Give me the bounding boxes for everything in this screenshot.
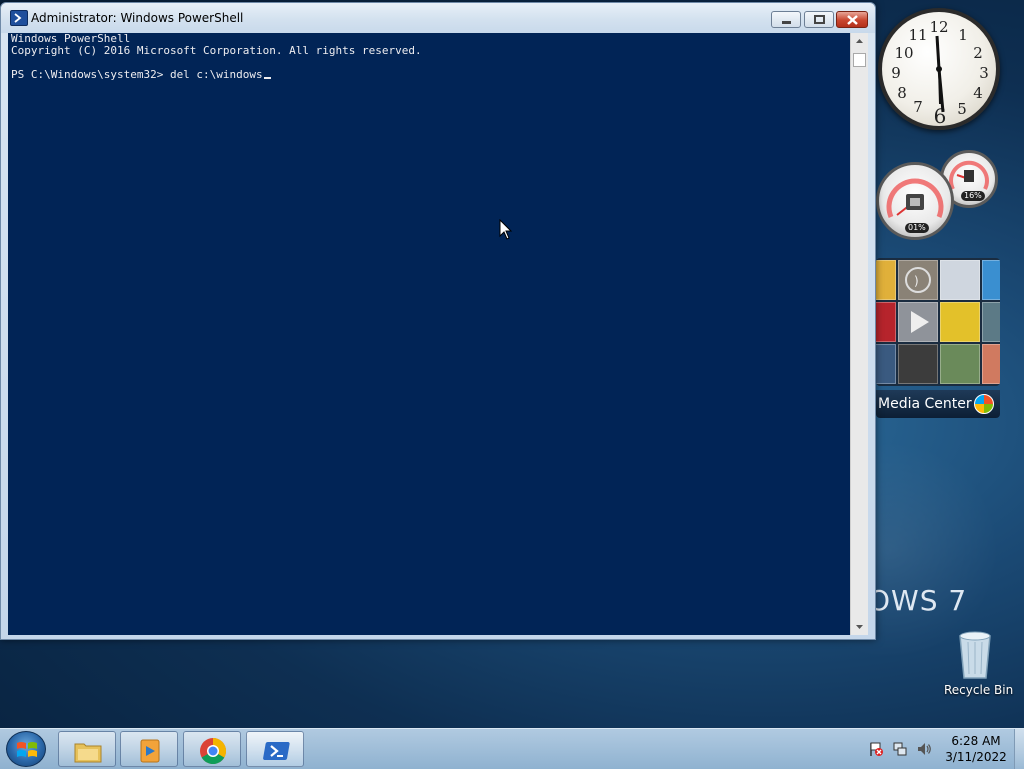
taskbar-date: 3/11/2022 — [945, 750, 1007, 764]
window-title: Administrator: Windows PowerShell — [31, 11, 244, 25]
media-center-label: Media Center — [878, 396, 972, 412]
action-center-flag-icon[interactable] — [868, 741, 884, 757]
title-bar[interactable]: Administrator: Windows PowerShell — [1, 3, 875, 33]
taskbar-button-media-player[interactable] — [120, 731, 178, 767]
recycle-bin-label[interactable]: Recycle Bin — [944, 683, 1013, 697]
windows-logo-icon — [974, 394, 994, 414]
powershell-icon — [263, 742, 290, 760]
media-center-gadget[interactable]: ) — [876, 258, 1000, 386]
speaker-icon: ) — [905, 267, 931, 293]
console-prompt-line[interactable]: PS C:\Windows\system32> del c:\windows — [11, 69, 850, 81]
maximize-icon — [814, 15, 825, 24]
taskbar-button-powershell[interactable] — [246, 731, 304, 767]
windows-logo-icon — [17, 742, 37, 757]
folder-icon — [74, 743, 102, 763]
console-command: PS C:\Windows\system32> del c:\windows — [11, 68, 263, 81]
scrollbar-thumb[interactable] — [853, 53, 866, 67]
console-line: Copyright (C) 2016 Microsoft Corporation… — [11, 44, 422, 57]
play-icon — [911, 311, 929, 333]
scroll-down-button[interactable] — [851, 618, 868, 635]
media-tile[interactable] — [898, 344, 938, 384]
chrome-icon — [200, 737, 227, 764]
memory-meter-label: 16% — [961, 191, 985, 201]
volume-icon[interactable] — [916, 741, 932, 757]
minimize-icon — [782, 21, 791, 24]
maximize-button[interactable] — [804, 11, 834, 28]
media-tile[interactable] — [876, 260, 896, 300]
media-tile[interactable] — [982, 260, 1000, 300]
chevron-up-icon — [856, 39, 863, 43]
taskbar-time: 6:28 AM — [951, 734, 1001, 748]
powershell-icon[interactable] — [10, 10, 28, 26]
taskbar-button-chrome[interactable] — [183, 731, 241, 767]
svg-text:): ) — [914, 274, 919, 288]
vertical-scrollbar[interactable] — [850, 33, 868, 635]
media-tile[interactable] — [982, 302, 1000, 342]
mouse-pointer-icon — [499, 219, 513, 240]
taskbar-button-explorer[interactable] — [58, 731, 116, 767]
clock-gadget[interactable]: 12 1 2 3 4 5 6 7 8 9 10 11 — [878, 8, 1000, 130]
network-icon[interactable] — [892, 741, 908, 757]
recycle-bin-icon — [959, 631, 991, 679]
close-button[interactable] — [836, 11, 868, 28]
clock-hands — [935, 35, 945, 113]
wallpaper-windows7-text: OWS 7 — [868, 584, 968, 617]
minimize-button[interactable] — [771, 11, 801, 28]
media-tile[interactable] — [982, 344, 1000, 384]
media-tile[interactable] — [898, 302, 938, 342]
taskbar: 6:28 AM 3/11/2022 — [0, 728, 1024, 769]
media-tile[interactable] — [940, 344, 980, 384]
cpu-meter-label: 01% — [905, 223, 929, 233]
media-tile[interactable] — [876, 344, 896, 384]
media-center-bar[interactable]: Media Center — [876, 390, 1000, 418]
powershell-window[interactable]: Administrator: Windows PowerShell Window… — [0, 2, 876, 640]
scroll-up-button[interactable] — [851, 33, 868, 50]
console-area[interactable]: Windows PowerShell Copyright (C) 2016 Mi… — [8, 33, 850, 635]
taskbar-clock[interactable]: 6:28 AM 3/11/2022 — [938, 733, 1014, 765]
text-cursor — [263, 77, 271, 79]
cpu-meter-gadget[interactable]: 01% — [876, 162, 954, 240]
media-tile[interactable] — [876, 302, 896, 342]
notification-area — [862, 737, 942, 761]
start-button[interactable] — [6, 731, 46, 767]
media-tile[interactable] — [940, 302, 980, 342]
show-desktop-button[interactable] — [1014, 729, 1024, 769]
chevron-down-icon — [856, 625, 863, 629]
media-tile[interactable]: ) — [898, 260, 938, 300]
media-player-icon — [140, 739, 160, 763]
media-tile[interactable] — [940, 260, 980, 300]
close-icon — [847, 15, 858, 25]
